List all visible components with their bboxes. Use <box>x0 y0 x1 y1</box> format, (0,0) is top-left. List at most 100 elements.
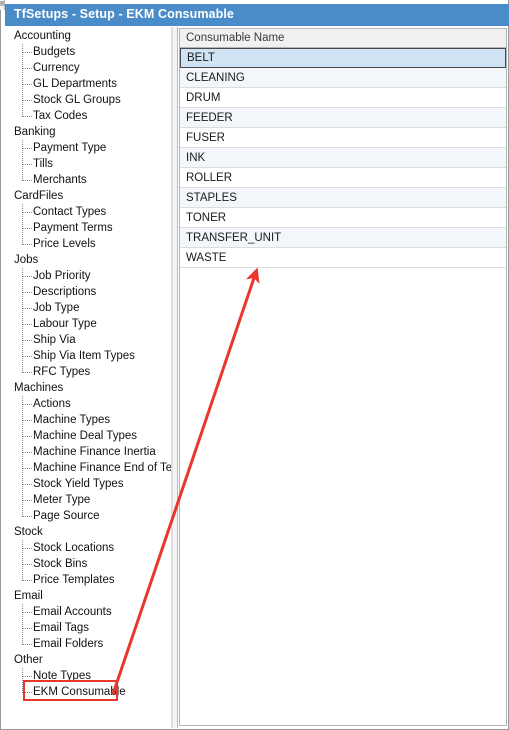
tree-group-stock[interactable]: Stock <box>1 524 171 540</box>
tree-group-cardfiles[interactable]: CardFiles <box>1 188 171 204</box>
panel-splitter[interactable] <box>172 27 178 728</box>
tree-item-machine-finance-end-of-term[interactable]: Machine Finance End of Term <box>1 460 171 476</box>
tree-item-page-source[interactable]: Page Source <box>1 508 171 524</box>
tree-group-label: Stock <box>14 526 43 538</box>
tree-connector-horizontal <box>23 436 32 437</box>
tree-item-budgets[interactable]: Budgets <box>1 44 171 60</box>
tree-item-label: Merchants <box>33 174 87 186</box>
tree-item-label: Tills <box>33 158 54 170</box>
grid-cell-consumable-name: WASTE <box>186 252 227 264</box>
tree-item-job-type[interactable]: Job Type <box>1 300 171 316</box>
tree-item-ship-via[interactable]: Ship Via <box>1 332 171 348</box>
tree-group-other[interactable]: Other <box>1 652 171 668</box>
tree-item-label: Job Priority <box>33 270 91 282</box>
grid-row[interactable]: TRANSFER_UNIT <box>180 228 506 248</box>
tree-item-ekm-consumable[interactable]: EKM Consumable <box>1 684 171 700</box>
tree-item-label: Meter Type <box>33 494 91 506</box>
tree-group-banking[interactable]: Banking <box>1 124 171 140</box>
tree-item-label: Ship Via Item Types <box>33 350 135 362</box>
setup-tree: Accounting Budgets Currency GL Departments S… <box>1 27 171 700</box>
tree-item-price-levels[interactable]: Price Levels <box>1 236 171 252</box>
tree-item-email-tags[interactable]: Email Tags <box>1 620 171 636</box>
tree-item-tax-codes[interactable]: Tax Codes <box>1 108 171 124</box>
grid-cell-consumable-name: TRANSFER_UNIT <box>186 232 282 244</box>
tree-item-ship-via-item-types[interactable]: Ship Via Item Types <box>1 348 171 364</box>
tree-item-label: Ship Via <box>33 334 76 346</box>
consumable-list-panel: Consumable Name BELT CLEANING DRUM FEEDER FU… <box>178 27 508 728</box>
tree-item-label: Stock Locations <box>33 542 115 554</box>
tree-item-contact-types[interactable]: Contact Types <box>1 204 171 220</box>
tree-item-label: Payment Terms <box>33 222 113 234</box>
tree-group-accounting[interactable]: Accounting <box>1 28 171 44</box>
tree-item-label: Email Accounts <box>33 606 112 618</box>
tree-item-meter-type[interactable]: Meter Type <box>1 492 171 508</box>
tree-item-stock-locations[interactable]: Stock Locations <box>1 540 171 556</box>
tree-item-label: Job Type <box>33 302 80 314</box>
tree-connector-horizontal <box>23 356 32 357</box>
tree-item-payment-terms[interactable]: Payment Terms <box>1 220 171 236</box>
tree-connector-horizontal <box>23 612 32 613</box>
tree-item-label: Budgets <box>33 46 76 58</box>
tree-group-label: Other <box>14 654 43 666</box>
tree-group-machines[interactable]: Machines <box>1 380 171 396</box>
tree-group-label: CardFiles <box>14 190 64 202</box>
tree-item-label: Descriptions <box>33 286 97 298</box>
tree-group-label: Email <box>14 590 43 602</box>
tree-item-stock-bins[interactable]: Stock Bins <box>1 556 171 572</box>
tree-item-note-types[interactable]: Note Types <box>1 668 171 684</box>
grid-header-row: Consumable Name <box>180 29 506 48</box>
tree-item-job-priority[interactable]: Job Priority <box>1 268 171 284</box>
grid-row[interactable]: TONER <box>180 208 506 228</box>
tree-item-rfc-types[interactable]: RFC Types <box>1 364 171 380</box>
tree-item-email-accounts[interactable]: Email Accounts <box>1 604 171 620</box>
tree-item-labour-type[interactable]: Labour Type <box>1 316 171 332</box>
tree-connector-horizontal <box>23 580 32 581</box>
tree-item-currency[interactable]: Currency <box>1 60 171 76</box>
grid-row[interactable]: DRUM <box>180 88 506 108</box>
tree-item-price-templates[interactable]: Price Templates <box>1 572 171 588</box>
grid-row[interactable]: BELT <box>180 48 506 68</box>
tree-item-machine-types[interactable]: Machine Types <box>1 412 171 428</box>
consumable-grid[interactable]: Consumable Name BELT CLEANING DRUM FEEDER FU… <box>179 28 507 726</box>
tree-item-label: EKM Consumable <box>33 686 126 698</box>
tree-connector-horizontal <box>23 276 32 277</box>
tree-item-tills[interactable]: Tills <box>1 156 171 172</box>
grid-row[interactable]: FEEDER <box>180 108 506 128</box>
tree-item-merchants[interactable]: Merchants <box>1 172 171 188</box>
tree-item-gl-departments[interactable]: GL Departments <box>1 76 171 92</box>
tree-item-machine-finance-inertia[interactable]: Machine Finance Inertia <box>1 444 171 460</box>
grid-row[interactable]: WASTE <box>180 248 506 268</box>
grid-row[interactable]: FUSER <box>180 128 506 148</box>
tree-item-label: Actions <box>33 398 71 410</box>
tree-connector-horizontal <box>23 644 32 645</box>
tree-group-jobs[interactable]: Jobs <box>1 252 171 268</box>
grid-row[interactable]: INK <box>180 148 506 168</box>
grid-row[interactable]: STAPLES <box>180 188 506 208</box>
tree-item-descriptions[interactable]: Descriptions <box>1 284 171 300</box>
setup-tree-panel[interactable]: Accounting Budgets Currency GL Departments S… <box>1 27 172 728</box>
grid-cell-consumable-name: FEEDER <box>186 112 233 124</box>
tree-item-email-folders[interactable]: Email Folders <box>1 636 171 652</box>
tree-item-label: Price Levels <box>33 238 96 250</box>
tree-item-machine-deal-types[interactable]: Machine Deal Types <box>1 428 171 444</box>
column-header-consumable-name[interactable]: Consumable Name <box>180 29 506 47</box>
tree-group-email[interactable]: Email <box>1 588 171 604</box>
tree-item-label: Machine Types <box>33 414 111 426</box>
tree-connector-horizontal <box>23 692 32 693</box>
tree-connector-horizontal <box>23 372 32 373</box>
tree-item-payment-type[interactable]: Payment Type <box>1 140 171 156</box>
tree-item-stock-yield-types[interactable]: Stock Yield Types <box>1 476 171 492</box>
tree-connector-horizontal <box>23 324 32 325</box>
tree-item-stock-gl-groups[interactable]: Stock GL Groups <box>1 92 171 108</box>
tree-group-label: Machines <box>14 382 64 394</box>
tree-connector-horizontal <box>23 452 32 453</box>
grid-row[interactable]: CLEANING <box>180 68 506 88</box>
tree-connector-horizontal <box>23 676 32 677</box>
tree-item-label: Page Source <box>33 510 100 522</box>
tree-item-actions[interactable]: Actions <box>1 396 171 412</box>
grid-cell-consumable-name: INK <box>186 152 206 164</box>
grid-row[interactable]: ROLLER <box>180 168 506 188</box>
grid-cell-consumable-name: BELT <box>187 52 215 64</box>
tree-connector-horizontal <box>23 292 32 293</box>
tree-item-label: RFC Types <box>33 366 91 378</box>
